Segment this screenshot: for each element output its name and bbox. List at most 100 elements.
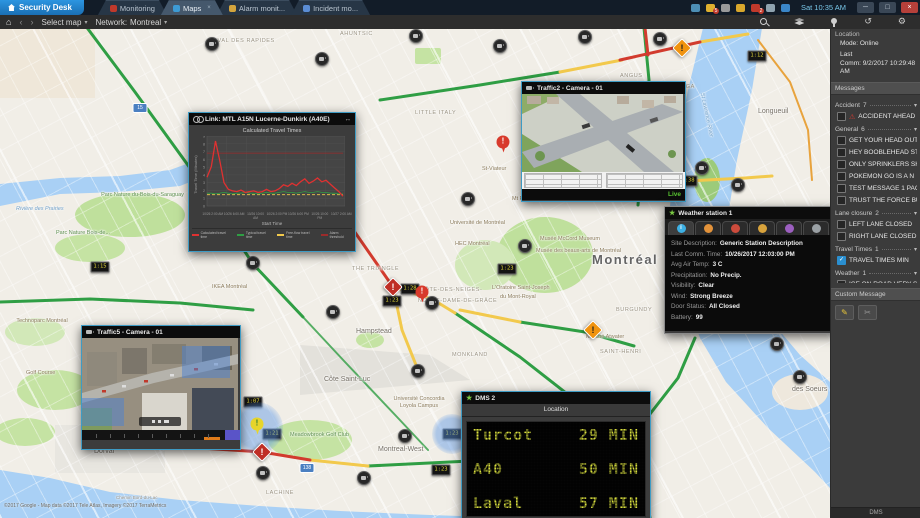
network-icon[interactable] <box>781 4 790 12</box>
message-checkbox[interactable] <box>837 196 846 205</box>
collapse-arrow-icon[interactable]: ▾ <box>914 246 917 253</box>
traffic2-camera-popup[interactable]: Traffic2 - Camera - 01 Live <box>521 81 686 202</box>
traffic-camera-icon[interactable] <box>315 52 329 66</box>
tab-maps[interactable]: Maps× <box>161 0 223 15</box>
travel-time-chart-popup[interactable]: Link: MTL A15N Lucerne-Dunkirk (A40E) ↔ … <box>188 112 356 252</box>
message-item[interactable]: HEY BOOBLEHEAD ST <box>837 148 917 157</box>
warning-alert-icon[interactable]: ! <box>672 38 692 58</box>
message-item[interactable]: GET YOUR HEAD OUT <box>837 136 917 145</box>
audio-icon[interactable] <box>766 4 775 12</box>
collapse-arrow-icon[interactable]: ▾ <box>914 102 917 109</box>
message-checkbox[interactable] <box>837 148 846 157</box>
message-checkbox[interactable] <box>837 112 846 121</box>
message-checkbox[interactable] <box>837 220 846 229</box>
alarm-status-icon[interactable]: 5 <box>706 4 715 12</box>
dms-sign-popup[interactable]: ★ DMS 2 Location Turcot29 MINA4050 MINLa… <box>461 391 651 518</box>
event-icon[interactable]: 2 <box>751 4 760 12</box>
dms-sign-icon[interactable]: 1:15 <box>91 262 110 273</box>
message-item[interactable]: ONLY SPRINKLERS SHO <box>837 160 917 169</box>
video-timeline[interactable] <box>82 430 240 440</box>
maximize-button[interactable]: □ <box>879 2 896 13</box>
traffic-camera-icon[interactable] <box>578 30 592 44</box>
chart-popup-header[interactable]: Link: MTL A15N Lucerne-Dunkirk (A40E) ↔ <box>189 113 355 125</box>
event-pin-icon[interactable]: ! <box>416 286 429 303</box>
message-group-weather[interactable]: Weather1▾ <box>835 270 917 277</box>
user-icon[interactable] <box>721 4 730 12</box>
alert-tab[interactable] <box>722 221 748 235</box>
message-item[interactable]: TEST MESSAGE 1 PAG <box>837 184 917 193</box>
traffic5-camera-popup[interactable]: Traffic5 - Camera - 01 <box>81 325 241 450</box>
message-checkbox[interactable] <box>837 136 846 145</box>
traffic-camera-icon[interactable] <box>793 370 807 384</box>
message-checkbox[interactable] <box>837 160 846 169</box>
traffic-camera-icon[interactable] <box>461 192 475 206</box>
traffic-camera-icon[interactable] <box>357 471 371 485</box>
video-tile[interactable] <box>522 94 683 172</box>
settings-tab[interactable] <box>803 221 829 235</box>
message-checkbox[interactable] <box>837 184 846 193</box>
pin-icon[interactable] <box>830 18 838 27</box>
message-checkbox[interactable] <box>837 172 846 181</box>
home-map-button[interactable]: ⌂ <box>6 17 11 27</box>
message-checkbox[interactable] <box>837 232 846 241</box>
traffic-camera-icon[interactable] <box>205 37 219 51</box>
traffic-camera-icon[interactable] <box>409 29 423 43</box>
tab-alarm-monit-[interactable]: Alarm monit... <box>217 0 297 15</box>
network-dropdown[interactable]: Network: Montreal ▾ <box>95 18 167 27</box>
dms-sign-icon[interactable]: 1:12 <box>748 51 767 62</box>
weather-station-popup[interactable]: ★ Weather station 1 i Site Description:G… <box>664 206 838 334</box>
precipitation-tab[interactable] <box>776 221 802 235</box>
traffic-camera-icon[interactable] <box>653 32 667 46</box>
minimize-button[interactable]: ─ <box>857 2 874 13</box>
notification-icon[interactable] <box>736 4 745 12</box>
traffic-camera-icon[interactable] <box>695 161 709 175</box>
tab-incident-mo-[interactable]: Incident mo... <box>291 0 370 15</box>
forward-button[interactable]: › <box>30 17 33 27</box>
traffic-camera-icon[interactable] <box>411 364 425 378</box>
traffic-camera-icon[interactable] <box>731 178 745 192</box>
dms-popup-header[interactable]: ★ DMS 2 <box>462 392 650 404</box>
traffic-camera-icon[interactable] <box>326 305 340 319</box>
dms-bottom-tab[interactable]: DMS <box>831 507 920 518</box>
dms-sign-icon[interactable]: 1:23 <box>498 264 517 275</box>
clear-message-button[interactable]: ✂ <box>858 305 877 320</box>
traffic-camera-icon[interactable] <box>518 239 532 253</box>
wind-tab[interactable] <box>749 221 775 235</box>
dms-sign-icon[interactable]: 1:23 <box>432 465 451 476</box>
message-group-lane-closure[interactable]: Lane closure2▾ <box>835 210 917 217</box>
message-item[interactable]: ⚠ACCIDENT AHEAD <box>837 112 917 121</box>
history-icon[interactable]: ↺ <box>864 18 872 27</box>
message-checkbox[interactable]: ✓ <box>837 256 846 265</box>
selected-pin-icon[interactable]: ! <box>251 418 264 435</box>
tab-monitoring[interactable]: Monitoring <box>98 0 167 15</box>
dms-sign-icon[interactable]: 1:23 <box>383 296 402 307</box>
app-menu-button[interactable]: Security Desk <box>0 0 84 15</box>
back-button[interactable]: ‹ <box>19 17 22 27</box>
event-pin-icon[interactable]: ! <box>497 136 510 153</box>
traffic-camera-icon[interactable] <box>770 337 784 351</box>
message-item[interactable]: RIGHT LANE CLOSED <box>837 232 917 241</box>
traffic-camera-icon[interactable] <box>398 429 412 443</box>
message-group-accident[interactable]: Accident7▾ <box>835 102 917 109</box>
traffic-camera-icon[interactable] <box>256 466 270 480</box>
traffic-camera-icon[interactable] <box>246 256 260 270</box>
message-item[interactable]: ✓TRAVEL TIMES MIN <box>837 256 917 265</box>
camera-popup-header[interactable]: Traffic5 - Camera - 01 <box>82 326 240 338</box>
select-map-dropdown[interactable]: Select map ▾ <box>41 18 87 27</box>
weather-popup-header[interactable]: ★ Weather station 1 <box>665 207 837 219</box>
playback-controls[interactable] <box>139 417 181 426</box>
message-item[interactable]: ICE ON ROAD VERY S <box>837 280 917 282</box>
info-tab[interactable]: i <box>668 221 694 235</box>
expand-icon[interactable]: ↔ <box>345 116 352 123</box>
camera-popup-header[interactable]: Traffic2 - Camera - 01 <box>522 82 685 94</box>
search-icon[interactable] <box>760 18 768 26</box>
warning-alert-icon[interactable]: ! <box>583 320 603 340</box>
close-tab-icon[interactable]: × <box>207 5 211 11</box>
message-group-travel-times[interactable]: Travel Times1▾ <box>835 246 917 253</box>
message-group-general[interactable]: General6▾ <box>835 126 917 133</box>
close-button[interactable]: × <box>901 2 918 13</box>
message-item[interactable]: POKEMON GO IS A N <box>837 172 917 181</box>
collapse-arrow-icon[interactable]: ▾ <box>914 210 917 217</box>
message-item[interactable]: LEFT LANE CLOSED <box>837 220 917 229</box>
collapse-arrow-icon[interactable]: ▾ <box>914 270 917 277</box>
